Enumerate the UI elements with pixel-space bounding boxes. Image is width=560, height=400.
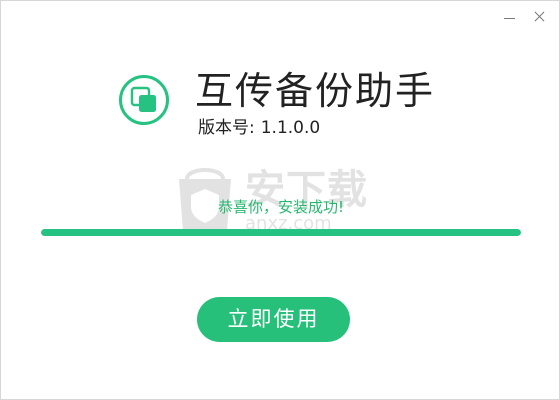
version-value: 1.1.0.0 bbox=[260, 118, 321, 138]
progress-bar bbox=[41, 229, 521, 236]
minimize-icon[interactable] bbox=[497, 5, 523, 27]
progress-fill bbox=[41, 229, 521, 236]
app-logo-icon bbox=[119, 75, 169, 125]
version-info: 版本号: 1.1.0.0 bbox=[198, 117, 320, 139]
app-title: 互传备份助手 bbox=[195, 69, 436, 113]
start-using-button[interactable]: 立即使用 bbox=[197, 297, 350, 342]
close-icon[interactable] bbox=[527, 5, 553, 27]
version-label: 版本号: bbox=[198, 118, 255, 138]
success-message: 恭喜你，安装成功! bbox=[217, 198, 344, 216]
installer-window: 互传备份助手 版本号: 1.1.0.0 安下载 anxz.com 恭喜你，安装成功… bbox=[0, 0, 560, 400]
